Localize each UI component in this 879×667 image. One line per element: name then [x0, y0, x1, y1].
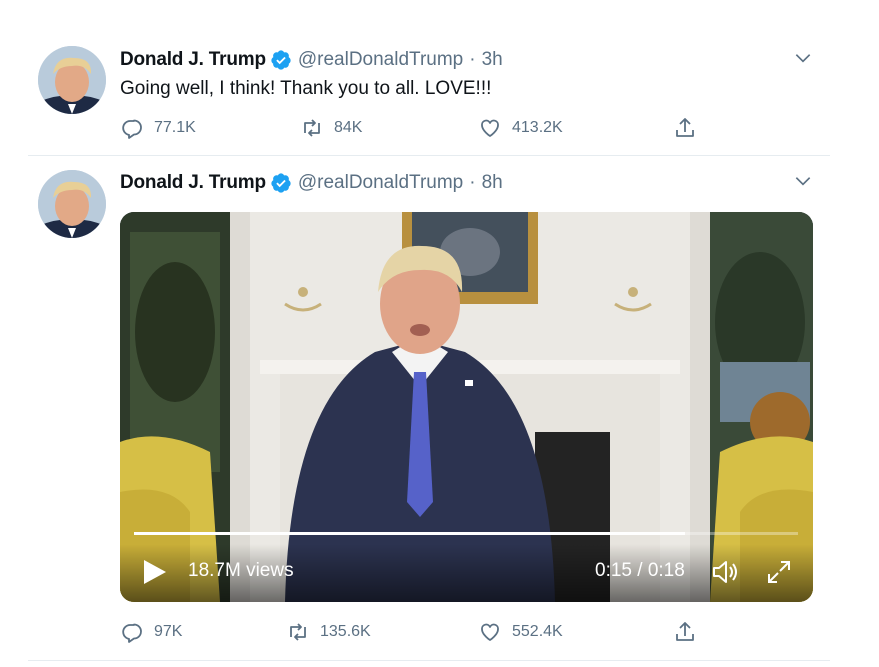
share-button[interactable] — [673, 618, 707, 646]
video-progress-bar[interactable] — [134, 532, 798, 535]
tweet-text: Going well, I think! Thank you to all. L… — [120, 78, 492, 99]
tweet-2[interactable]: Donald J. Trump @realDonaldTrump · 8h 18… — [0, 156, 879, 667]
separator-dot: · — [469, 49, 476, 70]
video-progress-fill — [134, 532, 686, 535]
retweet-button[interactable]: 135.6K — [286, 618, 371, 646]
tweet-actions: 77.1K 84K 413.2K — [120, 114, 700, 142]
display-name[interactable]: Donald J. Trump — [120, 49, 266, 71]
reply-button[interactable]: 77.1K — [120, 114, 196, 142]
timestamp[interactable]: 3h — [482, 49, 503, 71]
share-icon — [676, 622, 694, 641]
retweet-icon — [304, 119, 320, 137]
avatar[interactable] — [38, 46, 106, 114]
retweet-count: 135.6K — [320, 623, 371, 640]
chevron-down-icon[interactable] — [793, 171, 813, 191]
retweet-button[interactable]: 84K — [300, 114, 362, 142]
video-controls: 18.7M views 0:15 / 0:18 — [120, 544, 813, 602]
handle[interactable]: @realDonaldTrump — [298, 172, 463, 194]
like-button[interactable]: 413.2K — [478, 114, 563, 142]
retweet-icon — [290, 623, 306, 641]
tweet-actions: 97K 135.6K 552.4K — [120, 618, 700, 646]
chevron-down-icon[interactable] — [793, 48, 813, 68]
verified-badge-icon — [271, 50, 291, 70]
like-icon — [481, 623, 499, 641]
retweet-count: 84K — [334, 119, 363, 136]
like-count: 413.2K — [512, 119, 563, 136]
tweet-header: Donald J. Trump @realDonaldTrump · 8h — [120, 171, 503, 195]
tweet-1[interactable]: Donald J. Trump @realDonaldTrump · 3h Go… — [0, 0, 879, 156]
timestamp[interactable]: 8h — [482, 172, 503, 194]
view-count: 18.7M views — [188, 560, 294, 581]
display-name[interactable]: Donald J. Trump — [120, 172, 266, 194]
divider — [28, 660, 830, 661]
reply-count: 97K — [154, 623, 183, 640]
separator-dot: · — [469, 172, 476, 193]
video-time: 0:15 / 0:18 — [595, 560, 685, 581]
reply-icon — [122, 623, 142, 643]
like-count: 552.4K — [512, 623, 563, 640]
reply-button[interactable]: 97K — [120, 618, 182, 646]
share-button[interactable] — [673, 114, 707, 142]
verified-badge-icon — [271, 173, 291, 193]
tweet-header: Donald J. Trump @realDonaldTrump · 3h — [120, 48, 503, 72]
video-player[interactable]: 18.7M views 0:15 / 0:18 — [120, 212, 813, 602]
like-button[interactable]: 552.4K — [478, 618, 563, 646]
avatar[interactable] — [38, 170, 106, 238]
like-icon — [481, 119, 499, 137]
volume-icon[interactable] — [709, 556, 741, 588]
reply-count: 77.1K — [154, 119, 196, 136]
play-icon[interactable] — [142, 558, 168, 586]
share-icon — [676, 118, 694, 137]
handle[interactable]: @realDonaldTrump — [298, 49, 463, 71]
fullscreen-icon[interactable] — [763, 556, 795, 588]
reply-icon — [122, 119, 142, 139]
